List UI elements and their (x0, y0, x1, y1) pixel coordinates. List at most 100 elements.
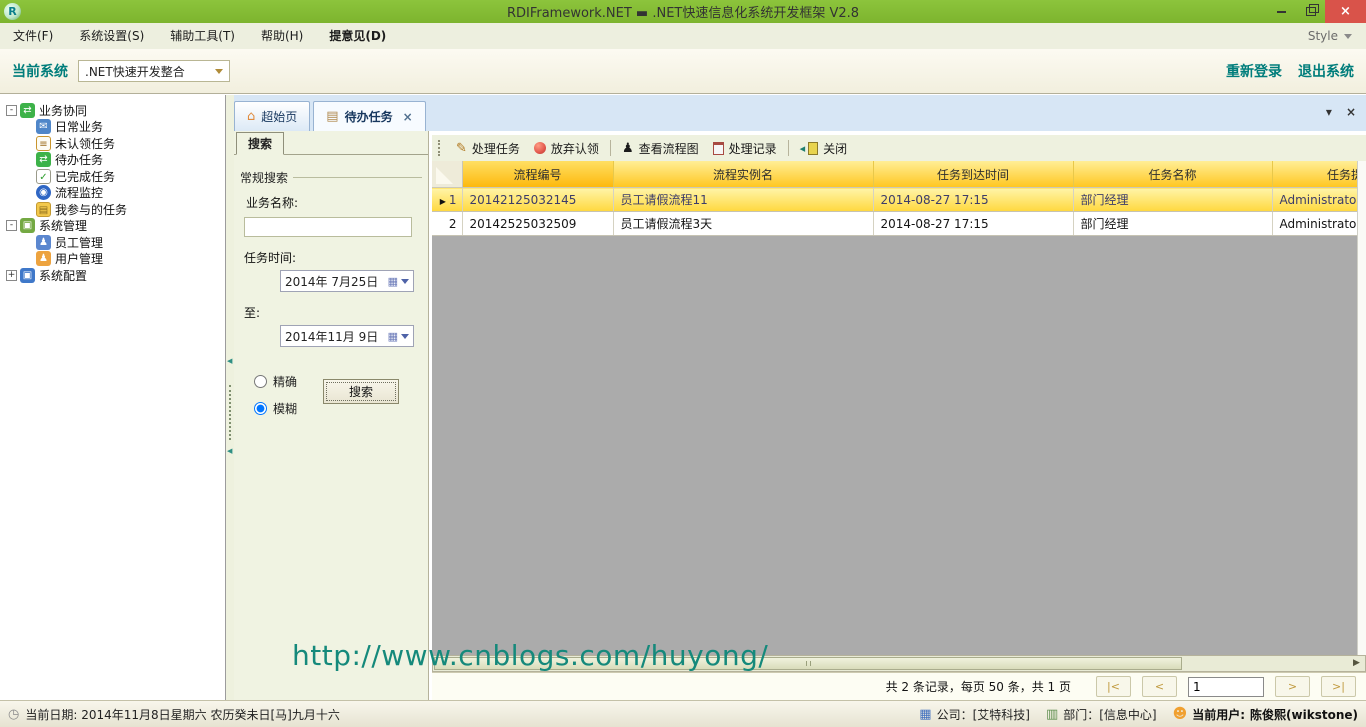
door-icon (808, 142, 818, 155)
tree-expand-icon[interactable]: + (6, 270, 17, 281)
relogin-link[interactable]: 重新登录 (1226, 61, 1282, 81)
task-grid-region: ✎ 处理任务 放弃认领 ♟ 查看流程图 处理记录 (432, 131, 1366, 700)
to-label: 至: (244, 304, 428, 321)
cell-process-number[interactable]: 20142525032509 (462, 212, 613, 236)
tree-item-completed-tasks[interactable]: ✓ 已完成任务 (0, 168, 225, 184)
col-header-process-number[interactable]: 流程编号 (462, 161, 613, 188)
cell-process-instance[interactable]: 员工请假流程11 (613, 188, 873, 212)
collapse-left-icon[interactable]: ◀ (227, 447, 232, 455)
status-current-date: 当前日期: 2014年11月8日星期六 农历癸未日[马]九月十六 (25, 706, 339, 723)
tab-todo-tasks[interactable]: ▤ 待办任务 × (313, 101, 425, 131)
cell-process-number[interactable]: 20142125032145 (462, 188, 613, 212)
window-title: RDIFramework.NET ▬ .NET快速信息化系统开发框架 V2.8 (0, 2, 1366, 21)
date-from-value: 2014年 7月25日 (285, 273, 385, 290)
cell-task-name[interactable]: 部门经理 (1073, 212, 1272, 236)
handle-task-button[interactable]: ✎ 处理任务 (450, 138, 526, 159)
logout-link[interactable]: 退出系统 (1298, 61, 1354, 81)
cell-arrival-time[interactable]: 2014-08-27 17:15 (873, 188, 1073, 212)
current-user-name: 陈俊熙(wikstone) (1250, 706, 1358, 723)
company-icon: ▦ (919, 707, 931, 722)
cell-submitter[interactable]: Administrator (1272, 212, 1366, 236)
checklist-icon: ✓ (36, 169, 51, 184)
current-user-label: 当前用户: (1192, 706, 1245, 723)
tree-item-system-configuration[interactable]: + ▣ 系统配置 (0, 267, 225, 283)
page-number-input[interactable] (1188, 677, 1264, 697)
folder-icon: ▤ (36, 202, 51, 217)
date-from-picker[interactable]: 2014年 7月25日 ▦ (280, 270, 414, 292)
record-clipboard-icon (713, 142, 724, 155)
tree-item-unclaimed-tasks[interactable]: ≡ 未认领任务 (0, 135, 225, 151)
splitter-grip[interactable] (229, 385, 231, 440)
clock-icon: ◷ (8, 707, 19, 722)
tree-item-my-participated-tasks[interactable]: ▤ 我参与的任务 (0, 201, 225, 217)
chevron-down-icon (401, 279, 409, 284)
cell-arrival-time[interactable]: 2014-08-27 17:15 (873, 212, 1073, 236)
menu-system-settings[interactable]: 系统设置(S) (66, 24, 157, 49)
tree-item-system-management[interactable]: - ▣ 系统管理 (0, 218, 225, 234)
tree-item-process-monitor[interactable]: ◉ 流程监控 (0, 185, 225, 201)
tree-item-daily-business[interactable]: ✉ 日常业务 (0, 119, 225, 135)
radio-exact-input[interactable] (254, 375, 267, 388)
horizontal-scrollbar[interactable]: ▶ (432, 655, 1366, 672)
scrollbar-thumb[interactable] (434, 657, 1182, 670)
table-row[interactable]: 2 20142525032509 员工请假流程3天 2014-08-27 17:… (432, 212, 1366, 236)
select-all-header[interactable] (432, 161, 462, 188)
tree-item-todo-tasks[interactable]: ⇄ 待办任务 (0, 152, 225, 168)
restore-button[interactable] (1296, 2, 1325, 21)
search-panel: 搜索 常规搜索 业务名称: 任务时间: 2014年 7月25日 ▦ 至: 201… (234, 131, 429, 700)
business-name-input[interactable] (244, 217, 412, 237)
tab-start-page[interactable]: ⌂ 超始页 (234, 101, 310, 131)
col-header-process-instance[interactable]: 流程实例名 (613, 161, 873, 188)
table-row-selected[interactable]: ▶1 20142125032145 员工请假流程11 2014-08-27 17… (432, 188, 1366, 212)
vertical-scrollbar[interactable] (1357, 161, 1366, 655)
workflow-sync-icon: ⇄ (20, 103, 35, 118)
scroll-right-icon[interactable]: ▶ (1349, 656, 1364, 671)
tab-search[interactable]: 搜索 (236, 132, 284, 155)
status-company: ▦ 公司：[艾特科技] (919, 706, 1030, 723)
toolbar-separator (788, 140, 789, 156)
col-header-task-name[interactable]: 任务名称 (1073, 161, 1272, 188)
first-page-button[interactable]: |< (1096, 676, 1131, 697)
cell-process-instance[interactable]: 员工请假流程3天 (613, 212, 873, 236)
current-system-bar: 当前系统 .NET快速开发整合 重新登录 退出系统 (0, 49, 1366, 94)
last-page-button[interactable]: >| (1321, 676, 1356, 697)
clipboard-icon: ▤ (326, 109, 338, 124)
record-summary: 共 2 条记录，每页 50 条，共 1 页 (886, 678, 1071, 695)
tab-close-icon[interactable]: × (403, 110, 413, 124)
collapse-left-icon[interactable]: ◀ (227, 357, 232, 365)
col-header-arrival-time[interactable]: 任务到达时间 (873, 161, 1073, 188)
search-button[interactable]: 搜索 (323, 379, 399, 404)
cell-submitter[interactable]: Administrator (1272, 188, 1366, 212)
view-flowchart-button[interactable]: ♟ 查看流程图 (616, 138, 705, 159)
style-dropdown[interactable]: Style (1308, 29, 1352, 43)
tree-item-business-collaboration[interactable]: - ⇄ 业务协同 (0, 102, 225, 118)
date-to-value: 2014年11月 9日 (285, 328, 385, 345)
process-record-button[interactable]: 处理记录 (707, 138, 783, 159)
tabs-dropdown-icon[interactable]: ▾ (1326, 105, 1332, 119)
minimize-button[interactable] (1267, 2, 1296, 21)
abandon-claim-button[interactable]: 放弃认领 (528, 138, 605, 159)
tree-collapse-icon[interactable]: - (6, 105, 17, 116)
tree-item-user-management[interactable]: ♟ 用户管理 (0, 251, 225, 267)
date-to-picker[interactable]: 2014年11月 9日 ▦ (280, 325, 414, 347)
prev-page-button[interactable]: < (1142, 676, 1177, 697)
task-time-label: 任务时间: (244, 249, 428, 266)
menu-tools[interactable]: 辅助工具(T) (157, 24, 248, 49)
close-button[interactable]: × (1325, 0, 1366, 23)
close-tab-button[interactable]: ◂ 关闭 (794, 138, 854, 159)
tabs-close-icon[interactable]: × (1346, 105, 1356, 119)
content-area: ⌂ 超始页 ▤ 待办任务 × ▾ × 搜索 常 (234, 95, 1366, 700)
tree-item-employee-management[interactable]: ♟ 员工管理 (0, 234, 225, 250)
radio-fuzzy-input[interactable] (254, 402, 267, 415)
menu-file[interactable]: 文件(F) (0, 24, 66, 49)
tree-collapse-icon[interactable]: - (6, 220, 17, 231)
col-header-submitter[interactable]: 任务提交人 (1272, 161, 1366, 188)
menu-help[interactable]: 帮助(H) (248, 24, 316, 49)
cell-task-name[interactable]: 部门经理 (1073, 188, 1272, 212)
menu-feedback[interactable]: 提意见(D) (316, 24, 399, 49)
mail-icon: ✉ (36, 119, 51, 134)
tasks-table: 流程编号 流程实例名 任务到达时间 任务名称 任务提交人 ▶1 20142125… (432, 161, 1366, 236)
system-select[interactable]: .NET快速开发整合 (78, 60, 230, 82)
next-page-button[interactable]: > (1275, 676, 1310, 697)
toolbar-grip[interactable] (438, 140, 443, 156)
